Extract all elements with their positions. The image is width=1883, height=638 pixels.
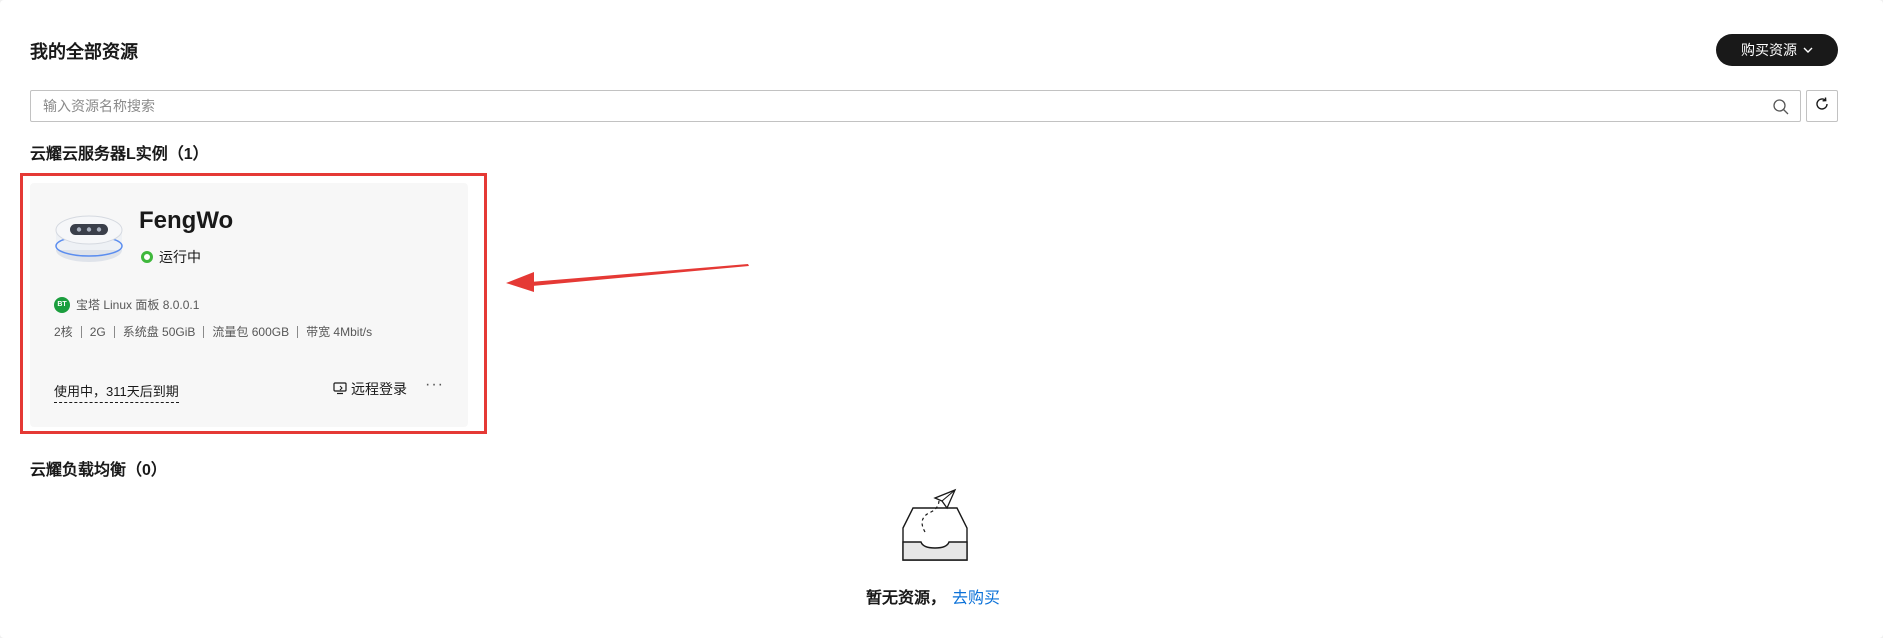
spec-traffic: 流量包 600GB: [212, 325, 290, 339]
image-label: 宝塔 Linux 面板 8.0.0.1: [76, 298, 200, 312]
spec-memory: 2G: [89, 324, 106, 339]
status-label: 运行中: [159, 249, 201, 265]
empty-inbox-icon: [895, 488, 975, 568]
buy-resource-label: 购买资源: [1741, 42, 1797, 58]
remote-login-label: 远程登录: [351, 381, 407, 397]
search-box: [30, 90, 1801, 122]
spec-divider: [203, 325, 205, 338]
remote-login-icon: [333, 381, 347, 398]
instance-card[interactable]: FengWo 运行中 BT 宝塔 Linux 面板 8.0.0.1 2核 2G …: [30, 183, 468, 427]
search-input[interactable]: [31, 91, 1800, 121]
spec-divider: [80, 325, 82, 338]
status-running-icon: [141, 251, 153, 263]
chevron-down-icon: [1803, 45, 1813, 55]
refresh-button[interactable]: [1806, 90, 1838, 122]
spec-cpu: 2核: [54, 325, 73, 339]
spec-bandwidth: 带宽 4Mbit/s: [306, 325, 373, 339]
more-icon[interactable]: ···: [425, 376, 444, 394]
empty-state-text: 暂无资源， 去购买: [866, 584, 1000, 608]
instance-image: BT 宝塔 Linux 面板 8.0.0.1: [54, 296, 199, 313]
annotation-arrow: [506, 264, 749, 292]
page-title: 我的全部资源: [30, 42, 138, 62]
expiry-status[interactable]: 使用中，311天后到期: [54, 381, 179, 403]
search-icon[interactable]: [1772, 98, 1790, 116]
instance-status: 运行中: [141, 247, 201, 267]
remote-login-button[interactable]: 远程登录: [333, 379, 407, 399]
empty-message: 暂无资源，: [866, 590, 947, 607]
resource-panel: 我的全部资源 购买资源 云耀云服务器L实例（1）: [0, 0, 1883, 638]
spec-disk: 系统盘 50GiB: [122, 325, 196, 339]
refresh-icon: [1814, 96, 1830, 117]
instance-specs: 2核 2G 系统盘 50GiB 流量包 600GB 带宽 4Mbit/s: [54, 323, 372, 340]
buy-resource-button[interactable]: 购买资源: [1716, 34, 1838, 66]
section-title-l-instances: 云耀云服务器L实例（1）: [30, 146, 209, 163]
section-title-load-balancer: 云耀负载均衡（0）: [30, 462, 167, 479]
instance-name[interactable]: FengWo: [139, 207, 233, 235]
server-instance-icon: [54, 210, 124, 266]
spec-divider: [113, 325, 115, 338]
spec-divider: [297, 325, 299, 338]
bt-panel-icon: BT: [54, 296, 70, 313]
go-buy-link[interactable]: 去购买: [952, 584, 1000, 608]
